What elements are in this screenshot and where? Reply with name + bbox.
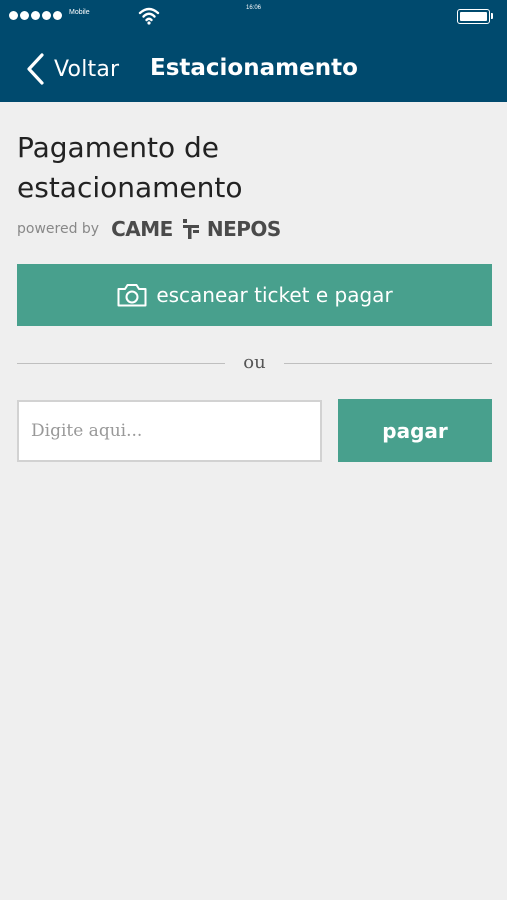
came-logo-icon: [182, 219, 199, 239]
camera-icon: [117, 284, 147, 307]
divider-right: [284, 363, 492, 364]
scan-ticket-label: escanear ticket e pagar: [156, 283, 393, 307]
status-bar: Mobile 16:06: [0, 0, 507, 34]
brand-name-right: NEPOS: [206, 217, 281, 241]
nav-title: Estacionamento: [150, 55, 358, 81]
page-title: Pagamento de estacionamento: [17, 131, 243, 204]
chevron-left-icon: [27, 53, 44, 85]
back-button[interactable]: Voltar: [24, 50, 119, 88]
ticket-code-input[interactable]: [17, 400, 322, 462]
battery-icon: [457, 9, 493, 24]
signal-dots-icon: [9, 11, 62, 20]
or-label: ou: [243, 352, 266, 373]
back-label: Voltar: [54, 56, 120, 82]
powered-by-label: powered by: [17, 221, 100, 237]
status-time: 16:06: [245, 5, 261, 11]
app-header: Mobile 16:06 Voltar Estacionamento: [0, 0, 507, 102]
brand-logo: CAME NEPOS: [111, 217, 281, 241]
pay-button[interactable]: pagar: [338, 399, 492, 462]
brand-name-left: CAME: [111, 217, 173, 241]
scan-ticket-button[interactable]: escanear ticket e pagar: [17, 264, 492, 326]
divider-left: [17, 363, 225, 364]
powered-by: powered by CAME NEPOS: [17, 215, 281, 243]
